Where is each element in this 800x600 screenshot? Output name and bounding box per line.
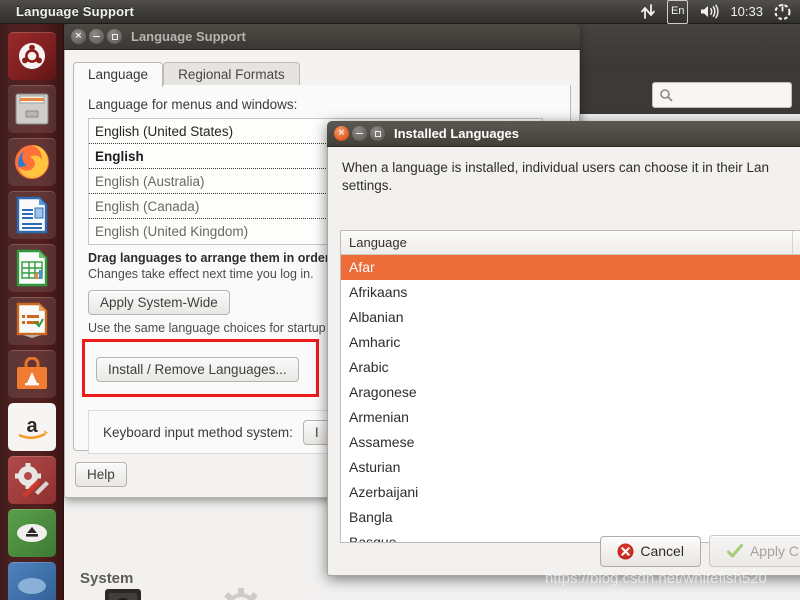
maximize-icon[interactable] [107,29,122,44]
unity-launcher: a [0,24,64,600]
libreoffice-impress-icon [16,302,47,338]
change-hint-text: Changes take effect next time you log in… [88,267,314,281]
drag-hint-text: Drag languages to arrange them in order [88,251,330,265]
table-row[interactable]: Azerbaijani [341,480,800,505]
installed-languages-dialog: × Installed Languages When a language is… [327,121,800,576]
launcher-item-libreoffice-calc[interactable] [7,244,56,292]
clock-indicator[interactable]: 10:33 [730,0,763,24]
launcher-item-software-center[interactable] [7,350,56,398]
table-row[interactable]: Arabic [341,355,800,380]
cancel-red-x-icon [617,543,634,559]
libreoffice-calc-icon [16,249,47,287]
settings-item-universal-access[interactable]: Access [536,586,654,600]
startup-hint-text: Use the same language choices for startu… [88,321,326,335]
system-settings-icon-grid: Backups [64,586,800,600]
software-bag-icon [16,357,47,389]
unity-top-panel: Language Support En 10:33 [0,0,800,24]
tab-language[interactable]: Language [73,62,164,87]
search-input[interactable] [652,82,792,108]
launcher-item-trash[interactable] [7,562,56,600]
gear-power-icon[interactable] [774,0,791,24]
settings-item-software-updates[interactable]: Software & Updates [418,586,536,600]
menus-windows-label: Language for menus and windows: [88,97,298,112]
launcher-item-ubuntu-dash[interactable] [7,32,56,80]
table-row[interactable]: Assamese [341,430,800,455]
launcher-item-firefox[interactable] [7,138,56,186]
table-row[interactable]: Bangla [341,505,800,530]
panel-indicators: En 10:33 [640,0,800,24]
maximize-icon[interactable] [370,126,385,141]
window-controls: × [71,29,122,44]
libreoffice-writer-icon [16,196,47,234]
table-row[interactable]: Asturian [341,455,800,480]
launcher-item-libreoffice-impress[interactable] [7,297,56,345]
trash-icon [17,578,46,594]
launcher-item-amazon[interactable]: a [7,403,56,451]
window-controls: × [334,126,385,141]
launcher-item-software-updater[interactable] [7,509,56,557]
close-icon[interactable]: × [334,126,349,141]
column-header-installed[interactable] [793,231,800,254]
apply-system-wide-button[interactable]: Apply System-Wide [88,290,230,315]
installed-languages-titlebar[interactable]: × Installed Languages [327,121,800,147]
launcher-item-system-settings[interactable] [7,456,56,504]
window-title: Language Support [131,29,246,44]
installed-languages-body: When a language is installed, individual… [327,147,800,576]
ubuntu-logo-icon [18,43,45,69]
dialog-description: When a language is installed, individual… [342,160,770,193]
table-row[interactable]: Afrikaans [341,280,800,305]
settings-item-backups[interactable]: Backups [64,586,182,600]
languages-table[interactable]: Language Afar Afrikaans Albanian Amharic… [340,230,800,543]
launcher-item-libreoffice-writer[interactable] [7,191,56,239]
minimize-icon[interactable] [352,126,367,141]
dialog-action-bar: Cancel Apply C [600,535,800,567]
settings-item-landscape[interactable]: Landscape Service [300,586,418,600]
system-section-title: System [80,570,134,587]
launcher-item-files[interactable] [7,85,56,133]
apply-label: Apply C [749,543,799,559]
input-method-label: Keyboard input method system: [103,424,293,440]
close-icon[interactable]: × [71,29,86,44]
dialog-title: Installed Languages [394,126,519,141]
table-rows: Afar Afrikaans Albanian Amharic Arabic A… [341,255,800,542]
table-row[interactable]: Albanian [341,305,800,330]
column-header-language[interactable]: Language [341,231,793,254]
firefox-icon [14,145,49,179]
files-cabinet-icon [15,93,48,125]
table-row[interactable]: Afar [341,255,800,280]
search-icon [660,89,673,102]
panel-window-title: Language Support [16,4,135,19]
software-updater-icon [16,524,47,542]
install-remove-languages-button[interactable]: Install / Remove Languages... [96,357,299,382]
screen: System Backups [0,0,800,600]
cancel-label: Cancel [640,543,684,559]
cancel-button[interactable]: Cancel [600,535,701,567]
tab-regional-formats[interactable]: Regional Formats [163,62,300,87]
apply-changes-button[interactable]: Apply C [708,535,800,567]
keyboard-layout-indicator[interactable]: En [666,0,689,24]
network-updown-icon[interactable] [640,0,656,24]
volume-icon[interactable] [699,0,720,24]
settings-item-details[interactable]: Details [182,586,300,600]
svg-text:a: a [26,415,38,437]
gear-icon [224,588,258,600]
settings-gear-wrench-icon [14,463,49,498]
check-green-icon [726,543,744,558]
safe-icon [105,589,141,600]
table-row[interactable]: Aragonese [341,380,800,405]
table-header: Language [341,231,800,255]
table-row[interactable]: Armenian [341,405,800,430]
language-support-titlebar[interactable]: × Language Support [64,24,580,50]
tab-strip: Language Regional Formats [73,58,571,87]
help-button[interactable]: Help [75,462,127,487]
table-row[interactable]: Amharic [341,330,800,355]
minimize-icon[interactable] [89,29,104,44]
amazon-icon: a [17,415,48,440]
